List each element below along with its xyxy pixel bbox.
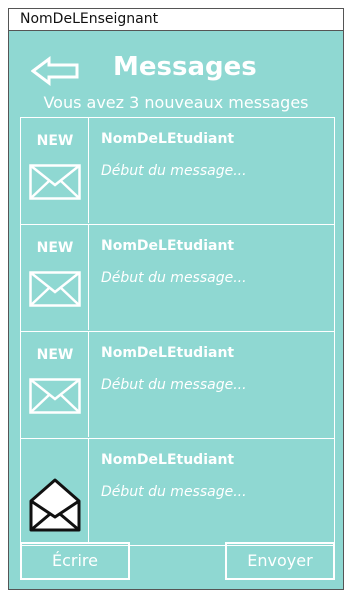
- sender-name: NomDeLEtudiant: [101, 452, 235, 468]
- send-button[interactable]: Envoyer: [225, 542, 335, 580]
- message-preview: Début du message...: [101, 270, 247, 286]
- unread-summary: Vous avez 3 nouveaux messages: [43, 93, 309, 112]
- message-icon-cell: [21, 439, 89, 544]
- message-item[interactable]: NEW NomDeLEtudiant Début du message...: [20, 118, 335, 225]
- page-title: Messages: [113, 52, 257, 82]
- message-list: NEW NomDeLEtudiant Début du message... N…: [20, 117, 335, 546]
- message-item[interactable]: NEW NomDeLEtudiant Début du message...: [20, 225, 335, 332]
- message-item[interactable]: NomDeLEtudiant Début du message...: [20, 439, 335, 546]
- back-button[interactable]: [30, 56, 79, 86]
- message-preview: Début du message...: [101, 377, 247, 393]
- sender-name: NomDeLEtudiant: [101, 131, 235, 147]
- envelope-closed-icon: [29, 271, 81, 307]
- new-badge: NEW: [36, 133, 74, 149]
- sender-name: NomDeLEtudiant: [101, 238, 235, 254]
- new-badge: NEW: [36, 347, 74, 363]
- message-preview: Début du message...: [101, 163, 247, 179]
- window-title: NomDeLEnseignant: [9, 9, 343, 31]
- arrow-left-icon: [30, 56, 79, 86]
- sender-name: NomDeLEtudiant: [101, 345, 235, 361]
- message-preview: Début du message...: [101, 484, 247, 500]
- new-badge: NEW: [36, 240, 74, 256]
- write-button[interactable]: Écrire: [20, 542, 130, 580]
- message-icon-cell: NEW: [21, 118, 89, 223]
- message-icon-cell: NEW: [21, 225, 89, 330]
- envelope-open-icon: [29, 478, 81, 532]
- message-icon-cell: NEW: [21, 332, 89, 437]
- envelope-closed-icon: [29, 164, 81, 200]
- app-frame: NomDeLEnseignant Messages Vous avez 3 no…: [8, 8, 344, 590]
- message-item[interactable]: NEW NomDeLEtudiant Début du message...: [20, 332, 335, 439]
- envelope-closed-icon: [29, 378, 81, 414]
